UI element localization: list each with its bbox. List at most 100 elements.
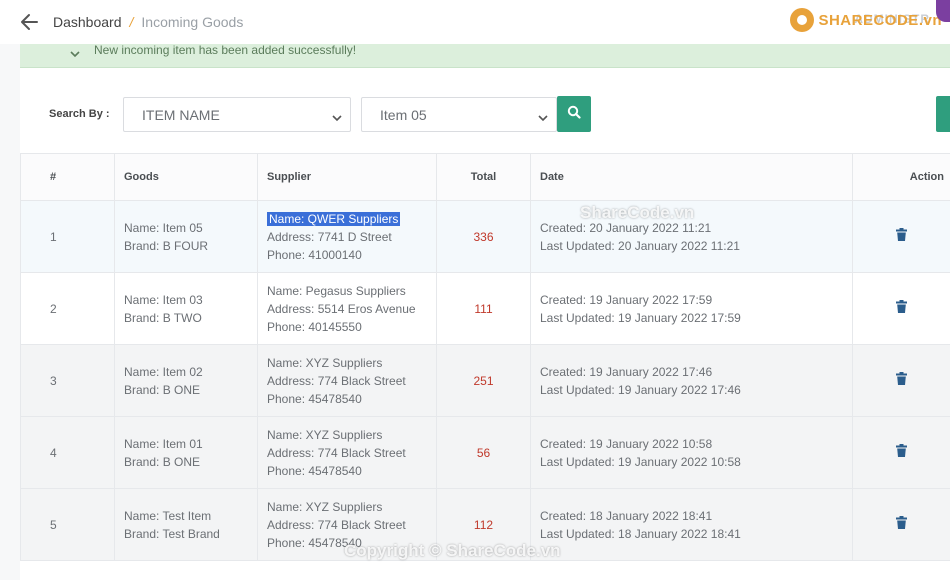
goods-brand: Brand: B ONE xyxy=(124,382,201,397)
search-item-value: Item 05 xyxy=(380,106,427,123)
table-row: 5 Name: Test Item Brand: Test Brand Name… xyxy=(20,488,950,561)
supplier-cell: Name: XYZ Suppliers Address: 774 Black S… xyxy=(257,416,437,489)
action-cell xyxy=(852,416,950,489)
goods-cell: Name: Test Item Brand: Test Brand xyxy=(114,488,258,561)
trash-icon[interactable] xyxy=(896,227,907,246)
updated-date: Last Updated: 18 January 2022 18:41 xyxy=(540,526,741,541)
created-date: Created: 18 January 2022 18:41 xyxy=(540,508,713,523)
goods-name: Name: Test Item xyxy=(124,508,212,523)
breadcrumb-home[interactable]: Dashboard xyxy=(53,14,122,30)
header-supplier: Supplier xyxy=(257,153,437,201)
alert-message: New incoming item has been added success… xyxy=(94,44,357,57)
supplier-address: Address: 774 Black Street xyxy=(267,517,406,532)
corner-decoration xyxy=(936,0,950,22)
supplier-name: Name: XYZ Suppliers xyxy=(267,499,383,514)
goods-name: Name: Item 01 xyxy=(124,436,203,451)
top-bar: Dashboard / Incoming Goods ADMINISTR SHA… xyxy=(0,0,950,44)
search-button[interactable] xyxy=(557,96,591,132)
logo-icon xyxy=(790,8,815,32)
search-item-select[interactable]: Item 05 xyxy=(361,97,557,132)
total-cell: 112 xyxy=(436,488,531,561)
trash-icon[interactable] xyxy=(896,443,907,462)
back-arrow-icon[interactable] xyxy=(20,13,38,31)
trash-icon[interactable] xyxy=(896,299,907,318)
goods-brand: Brand: B ONE xyxy=(124,454,201,469)
supplier-address: Address: 774 Black Street xyxy=(267,445,406,460)
goods-name: Name: Item 05 xyxy=(124,220,203,235)
row-number: 1 xyxy=(20,200,115,273)
supplier-phone: Phone: 41000140 xyxy=(267,247,362,262)
search-by-label: Search By : xyxy=(49,108,110,120)
created-date: Created: 19 January 2022 10:58 xyxy=(540,436,713,451)
date-cell: Created: 19 January 2022 17:46 Last Upda… xyxy=(530,344,853,417)
breadcrumb-current: Incoming Goods xyxy=(141,14,244,30)
search-icon xyxy=(567,105,581,124)
updated-date: Last Updated: 19 January 2022 17:46 xyxy=(540,382,741,397)
main-content: Search By : ITEM NAME Item 05 # Goods Su… xyxy=(20,68,950,580)
row-number: 2 xyxy=(20,272,115,345)
supplier-cell: Name: XYZ Suppliers Address: 774 Black S… xyxy=(257,488,437,561)
action-cell xyxy=(852,272,950,345)
updated-date: Last Updated: 19 January 2022 10:58 xyxy=(540,454,741,469)
supplier-phone: Phone: 45478540 xyxy=(267,535,362,550)
created-date: Created: 19 January 2022 17:46 xyxy=(540,364,713,379)
table-row: 1 Name: Item 05 Brand: B FOUR Name: QWER… xyxy=(20,200,950,273)
header-action: Action xyxy=(852,153,950,201)
row-number: 5 xyxy=(20,488,115,561)
supplier-address: Address: 5514 Eros Avenue xyxy=(267,301,416,316)
action-cell xyxy=(852,200,950,273)
goods-name: Name: Item 03 xyxy=(124,292,203,307)
supplier-address: Address: 774 Black Street xyxy=(267,373,406,388)
header-goods: Goods xyxy=(114,153,258,201)
goods-cell: Name: Item 03 Brand: B TWO xyxy=(114,272,258,345)
success-alert: New incoming item has been added success… xyxy=(20,44,950,68)
chevron-down-icon xyxy=(538,110,548,122)
search-field-select[interactable]: ITEM NAME xyxy=(123,97,351,132)
goods-brand: Brand: B TWO xyxy=(124,310,202,325)
created-date: Created: 19 January 2022 17:59 xyxy=(540,292,713,307)
table-row: 2 Name: Item 03 Brand: B TWO Name: Pegas… xyxy=(20,272,950,345)
updated-date: Last Updated: 19 January 2022 17:59 xyxy=(540,310,741,325)
total-cell: 251 xyxy=(436,344,531,417)
created-date: Created: 20 January 2022 11:21 xyxy=(540,220,712,235)
supplier-phone: Phone: 40145550 xyxy=(267,319,362,334)
total-cell: 336 xyxy=(436,200,531,273)
add-incoming-button[interactable] xyxy=(936,96,950,132)
brand-logo: SHARECODE.vn xyxy=(790,8,942,32)
supplier-cell: Name: Pegasus Suppliers Address: 5514 Er… xyxy=(257,272,437,345)
table-header-row: # Goods Supplier Total Date Action xyxy=(20,153,950,201)
left-gutter xyxy=(0,44,20,580)
trash-icon[interactable] xyxy=(896,371,907,390)
supplier-address: Address: 7741 D Street xyxy=(267,229,392,244)
total-cell: 111 xyxy=(436,272,531,345)
supplier-cell: Name: XYZ Suppliers Address: 774 Black S… xyxy=(257,344,437,417)
supplier-name: Name: Pegasus Suppliers xyxy=(267,283,406,298)
header-num: # xyxy=(20,153,115,201)
goods-cell: Name: Item 05 Brand: B FOUR xyxy=(114,200,258,273)
supplier-phone: Phone: 45478540 xyxy=(267,391,362,406)
incoming-goods-table: # Goods Supplier Total Date Action 1 Nam… xyxy=(20,153,950,561)
supplier-cell: Name: QWER Suppliers Address: 7741 D Str… xyxy=(257,200,437,273)
goods-name: Name: Item 02 xyxy=(124,364,203,379)
row-number: 4 xyxy=(20,416,115,489)
header-total: Total xyxy=(436,153,531,201)
goods-cell: Name: Item 01 Brand: B ONE xyxy=(114,416,258,489)
date-cell: Created: 19 January 2022 10:58 Last Upda… xyxy=(530,416,853,489)
supplier-phone: Phone: 45478540 xyxy=(267,463,362,478)
goods-brand: Brand: Test Brand xyxy=(124,526,220,541)
row-number: 3 xyxy=(20,344,115,417)
breadcrumb-separator: / xyxy=(129,14,134,30)
chevron-down-icon xyxy=(332,110,342,122)
date-cell: Created: 19 January 2022 17:59 Last Upda… xyxy=(530,272,853,345)
search-field-value: ITEM NAME xyxy=(142,106,220,123)
updated-date: Last Updated: 20 January 2022 11:21 xyxy=(540,238,740,253)
header-date: Date xyxy=(530,153,853,201)
total-cell: 56 xyxy=(436,416,531,489)
action-cell xyxy=(852,344,950,417)
action-cell xyxy=(852,488,950,561)
chevron-down-icon xyxy=(70,46,80,57)
date-cell: Created: 18 January 2022 18:41 Last Upda… xyxy=(530,488,853,561)
table-row: 4 Name: Item 01 Brand: B ONE Name: XYZ S… xyxy=(20,416,950,489)
trash-icon[interactable] xyxy=(896,515,907,534)
supplier-name: Name: XYZ Suppliers xyxy=(267,355,383,370)
